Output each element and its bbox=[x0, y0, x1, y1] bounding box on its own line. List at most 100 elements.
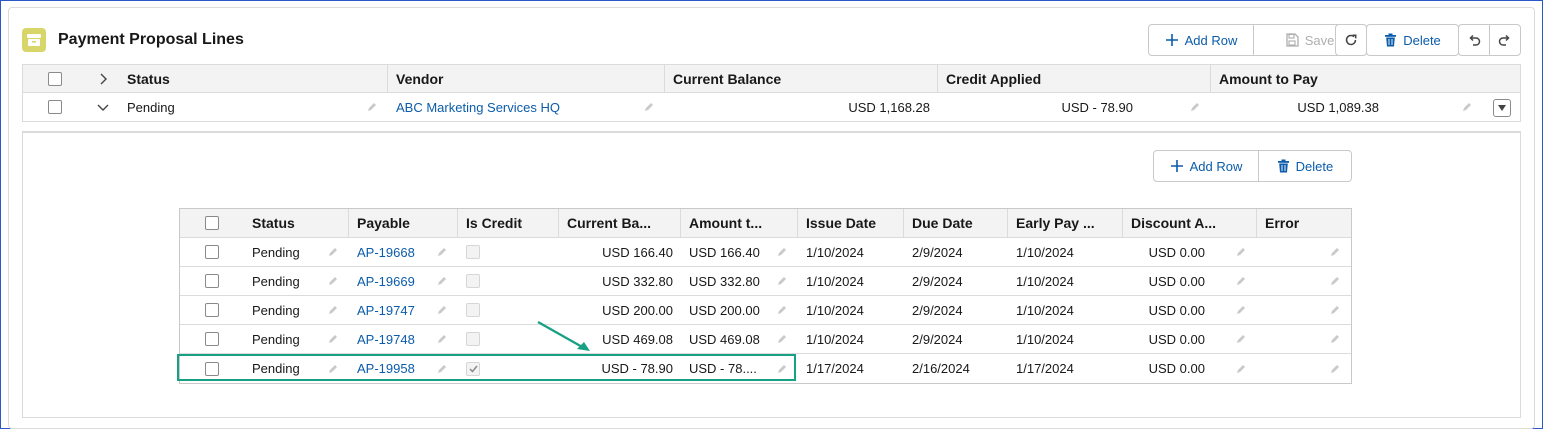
discount-cell[interactable]: USD 0.00 bbox=[1123, 238, 1213, 266]
row-checkbox[interactable] bbox=[205, 361, 219, 376]
pencil-icon[interactable] bbox=[327, 304, 339, 316]
pencil-icon[interactable] bbox=[776, 363, 788, 375]
payables-grid-body: Pending AP-19668 USD 166.40 USD 166.40 1/10/… bbox=[180, 238, 1351, 383]
pencil-icon[interactable] bbox=[1235, 275, 1247, 287]
amount-cell[interactable]: USD 469.08 bbox=[681, 325, 776, 353]
early-pay-value: 1/10/2024 bbox=[1016, 244, 1074, 260]
column-header-amount[interactable]: Amount t... bbox=[681, 209, 798, 237]
credit-applied-cell[interactable]: USD - 78.90 bbox=[938, 93, 1141, 121]
pencil-icon[interactable] bbox=[1235, 246, 1247, 258]
delete-label: Delete bbox=[1403, 32, 1441, 48]
column-header-current-balance[interactable]: Current Ba... bbox=[559, 209, 681, 237]
column-header-discount[interactable]: Discount A... bbox=[1123, 209, 1257, 237]
issue-date-value: 1/10/2024 bbox=[806, 244, 864, 260]
undo-button[interactable] bbox=[1459, 25, 1490, 55]
pencil-icon[interactable] bbox=[1329, 275, 1341, 287]
trash-icon bbox=[1385, 33, 1397, 47]
row-checkbox[interactable] bbox=[205, 332, 219, 346]
payable-link[interactable]: AP-19958 bbox=[357, 361, 415, 376]
pencil-icon[interactable] bbox=[776, 275, 788, 287]
chevron-right-icon[interactable] bbox=[98, 73, 108, 85]
error-cell[interactable] bbox=[1257, 267, 1329, 295]
inner-delete-button[interactable]: Delete bbox=[1259, 151, 1351, 181]
current-balance-value: USD 469.08 bbox=[602, 331, 673, 347]
row-checkbox[interactable] bbox=[48, 100, 62, 114]
pencil-icon[interactable] bbox=[1461, 101, 1473, 113]
pencil-icon[interactable] bbox=[436, 304, 448, 316]
discount-cell[interactable]: USD 0.00 bbox=[1123, 325, 1213, 353]
column-header-status[interactable]: Status bbox=[119, 65, 388, 92]
column-header-due-date[interactable]: Due Date bbox=[904, 209, 1008, 237]
row-checkbox[interactable] bbox=[205, 303, 219, 317]
amount-to-pay-cell[interactable]: USD 1,089.38 bbox=[1211, 93, 1387, 121]
outer-grid-header: Status Vendor Current Balance Credit App… bbox=[22, 64, 1521, 93]
row-checkbox[interactable] bbox=[205, 245, 219, 259]
pencil-icon[interactable] bbox=[1329, 363, 1341, 375]
column-header-status[interactable]: Status bbox=[244, 209, 349, 237]
column-header-error[interactable]: Error bbox=[1257, 209, 1351, 237]
add-row-button[interactable]: Add Row bbox=[1149, 25, 1255, 55]
column-header-early-pay[interactable]: Early Pay ... bbox=[1008, 209, 1123, 237]
column-header-current-balance[interactable]: Current Balance bbox=[665, 65, 938, 92]
payable-link[interactable]: AP-19748 bbox=[357, 332, 415, 347]
pencil-icon[interactable] bbox=[436, 363, 448, 375]
error-cell[interactable] bbox=[1257, 238, 1329, 266]
is-credit-checkbox bbox=[466, 274, 480, 288]
pencil-icon[interactable] bbox=[1329, 333, 1341, 345]
row-actions-menu[interactable] bbox=[1493, 99, 1511, 117]
pencil-icon[interactable] bbox=[1235, 304, 1247, 316]
save-icon bbox=[1286, 33, 1299, 47]
discount-cell[interactable]: USD 0.00 bbox=[1123, 267, 1213, 295]
refresh-button[interactable] bbox=[1336, 25, 1366, 55]
pencil-icon[interactable] bbox=[327, 275, 339, 287]
column-header-amount-to-pay[interactable]: Amount to Pay bbox=[1211, 65, 1484, 92]
row-select-cell bbox=[180, 238, 244, 266]
pencil-icon[interactable] bbox=[1189, 101, 1201, 113]
pencil-icon[interactable] bbox=[327, 333, 339, 345]
column-header-vendor[interactable]: Vendor bbox=[388, 65, 665, 92]
amount-cell[interactable]: USD 200.00 bbox=[681, 296, 776, 324]
pencil-icon[interactable] bbox=[776, 246, 788, 258]
column-header-credit-applied[interactable]: Credit Applied bbox=[938, 65, 1211, 92]
amount-cell[interactable]: USD 332.80 bbox=[681, 267, 776, 295]
pencil-icon[interactable] bbox=[436, 333, 448, 345]
discount-cell[interactable]: USD 0.00 bbox=[1123, 354, 1213, 383]
vendor-cell[interactable]: ABC Marketing Services HQ bbox=[388, 93, 665, 121]
pencil-icon[interactable] bbox=[327, 246, 339, 258]
row-checkbox[interactable] bbox=[205, 274, 219, 288]
pencil-icon[interactable] bbox=[366, 101, 378, 113]
payable-link[interactable]: AP-19668 bbox=[357, 245, 415, 260]
error-cell[interactable] bbox=[1257, 325, 1329, 353]
payable-link[interactable]: AP-19747 bbox=[357, 303, 415, 318]
delete-button[interactable]: Delete bbox=[1367, 25, 1458, 55]
table-row: Pending AP-19747 USD 200.00 USD 200.00 1/10/… bbox=[180, 296, 1351, 325]
early-pay-cell: 1/10/2024 bbox=[1008, 238, 1123, 266]
error-cell[interactable] bbox=[1257, 296, 1329, 324]
pencil-icon[interactable] bbox=[776, 333, 788, 345]
error-cell[interactable] bbox=[1257, 354, 1329, 383]
column-header-payable[interactable]: Payable bbox=[349, 209, 458, 237]
redo-button[interactable] bbox=[1490, 25, 1520, 55]
inner-add-row-button[interactable]: Add Row bbox=[1154, 151, 1259, 181]
amount-cell[interactable]: USD 166.40 bbox=[681, 238, 776, 266]
pencil-icon[interactable] bbox=[1235, 363, 1247, 375]
pencil-icon[interactable] bbox=[1235, 333, 1247, 345]
pencil-icon[interactable] bbox=[643, 101, 655, 113]
status-cell[interactable]: Pending bbox=[119, 93, 388, 121]
pencil-icon[interactable] bbox=[327, 363, 339, 375]
amount-cell[interactable]: USD - 78.... bbox=[681, 354, 776, 383]
pencil-icon[interactable] bbox=[436, 246, 448, 258]
vendor-link[interactable]: ABC Marketing Services HQ bbox=[396, 100, 560, 115]
pencil-icon[interactable] bbox=[1329, 304, 1341, 316]
column-header-issue-date[interactable]: Issue Date bbox=[798, 209, 904, 237]
select-all-checkbox[interactable] bbox=[48, 71, 62, 86]
pencil-icon[interactable] bbox=[436, 275, 448, 287]
inner-select-all-checkbox[interactable] bbox=[205, 216, 219, 230]
pencil-icon[interactable] bbox=[1329, 246, 1341, 258]
column-header-is-credit[interactable]: Is Credit bbox=[458, 209, 559, 237]
amount-value: USD 166.40 bbox=[689, 244, 760, 260]
payable-link[interactable]: AP-19669 bbox=[357, 274, 415, 289]
discount-cell[interactable]: USD 0.00 bbox=[1123, 296, 1213, 324]
chevron-down-icon[interactable] bbox=[97, 102, 109, 112]
pencil-icon[interactable] bbox=[776, 304, 788, 316]
